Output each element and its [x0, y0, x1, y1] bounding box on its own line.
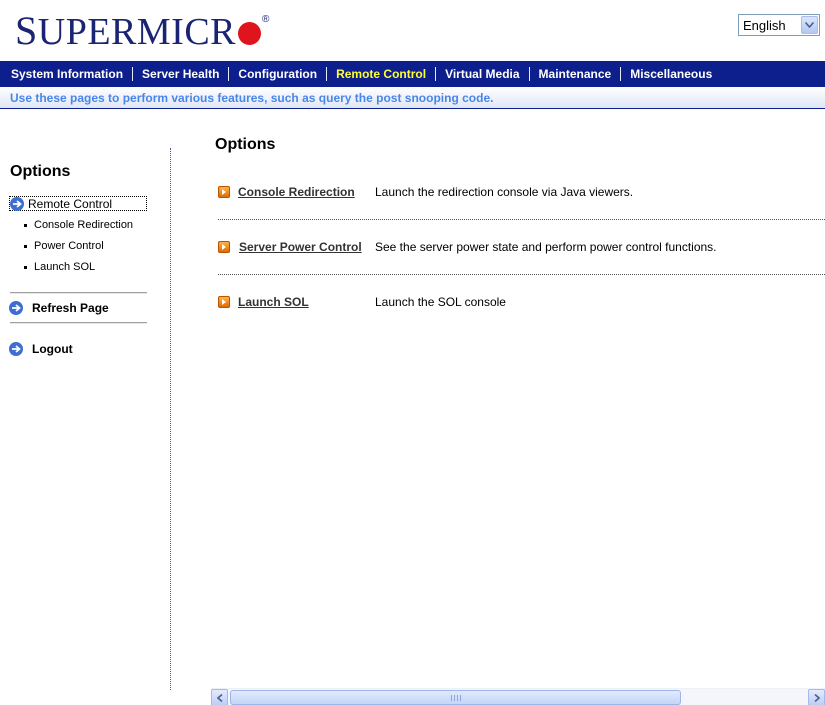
language-select[interactable]: English — [738, 14, 820, 36]
orange-arrow-icon — [218, 186, 230, 198]
scroll-right-button[interactable] — [808, 689, 825, 705]
logout-label: Logout — [32, 342, 73, 356]
refresh-page-label: Refresh Page — [32, 301, 109, 315]
horizontal-scrollbar[interactable] — [211, 688, 825, 705]
bullet-icon — [24, 265, 27, 269]
logo-red-dot — [238, 22, 262, 45]
page-title: Options — [215, 136, 276, 153]
page-hint-text: Use these pages to perform various featu… — [10, 91, 494, 105]
sidebar-vertical-divider — [170, 148, 171, 690]
bullet-icon — [24, 223, 27, 227]
chevron-down-icon[interactable] — [801, 16, 818, 34]
sidebar-subitem-label: Launch SOL — [34, 261, 96, 273]
nav-separator — [435, 67, 437, 81]
sidebar-subitem-label: Console Redirection — [34, 219, 134, 231]
orange-arrow-icon — [218, 296, 230, 308]
sidebar-subitem-label: Power Control — [34, 240, 104, 252]
option-row-console-redirection — [218, 184, 230, 200]
logo-initial: S — [15, 8, 38, 53]
server-power-control-description: See the server power state and perform p… — [375, 240, 717, 254]
console-redirection-link[interactable]: Console Redirection — [238, 185, 355, 199]
nav-separator — [326, 67, 328, 81]
nav-maintenance[interactable]: Maintenance — [530, 61, 621, 87]
logo-registered-mark: ® — [262, 14, 270, 25]
option-divider — [218, 274, 825, 275]
language-select-value: English — [743, 17, 786, 33]
launch-sol-description: Launch the SOL console — [375, 295, 506, 309]
logo-text: UPERMICR — [37, 11, 237, 53]
option-divider — [218, 219, 825, 220]
nav-server-health[interactable]: Server Health — [133, 61, 228, 87]
console-redirection-description: Launch the redirection console via Java … — [375, 185, 634, 199]
nav-separator — [620, 67, 622, 81]
nav-separator — [228, 67, 230, 81]
sidebar-subitem-launch-sol[interactable]: Launch SOL — [24, 261, 95, 273]
header: SUPERMICR ® English — [0, 0, 825, 61]
arrow-right-icon — [9, 301, 23, 315]
arrow-right-icon — [10, 196, 24, 211]
nav-miscellaneous[interactable]: Miscellaneous — [621, 61, 721, 87]
option-row-server-power-control — [218, 239, 230, 255]
orange-arrow-icon — [218, 241, 230, 253]
launch-sol-link[interactable]: Launch SOL — [238, 295, 309, 309]
bullet-icon — [24, 244, 27, 248]
nav-configuration[interactable]: Configuration — [229, 61, 326, 87]
nav-separator — [528, 67, 530, 81]
sidebar-divider — [10, 322, 147, 324]
sidebar-subitem-power-control[interactable]: Power Control — [24, 240, 104, 252]
main-nav: System Information Server Health Configu… — [0, 61, 825, 87]
nav-virtual-media[interactable]: Virtual Media — [436, 61, 528, 87]
nav-remote-control[interactable]: Remote Control — [327, 61, 435, 87]
sidebar-item-label: Remote Control — [28, 196, 113, 211]
sidebar-subitem-console-redirection[interactable]: Console Redirection — [24, 219, 133, 231]
logout-link[interactable]: Logout — [9, 342, 73, 356]
option-row-launch-sol — [218, 294, 230, 310]
nav-system-information[interactable]: System Information — [2, 61, 132, 87]
sidebar-title: Options — [10, 163, 71, 180]
supermicro-logo: SUPERMICR ® — [15, 8, 270, 54]
sidebar-divider — [10, 292, 147, 294]
sidebar-item-remote-control[interactable]: Remote Control — [9, 196, 147, 211]
grip-icon — [450, 694, 461, 701]
server-power-control-link[interactable]: Server Power Control — [239, 240, 362, 254]
refresh-page-link[interactable]: Refresh Page — [9, 301, 109, 315]
scroll-left-button[interactable] — [211, 689, 228, 705]
nav-separator — [132, 67, 134, 81]
scrollbar-thumb[interactable] — [230, 690, 681, 705]
page-hint-bar: Use these pages to perform various featu… — [0, 87, 825, 109]
arrow-right-icon — [9, 342, 23, 356]
